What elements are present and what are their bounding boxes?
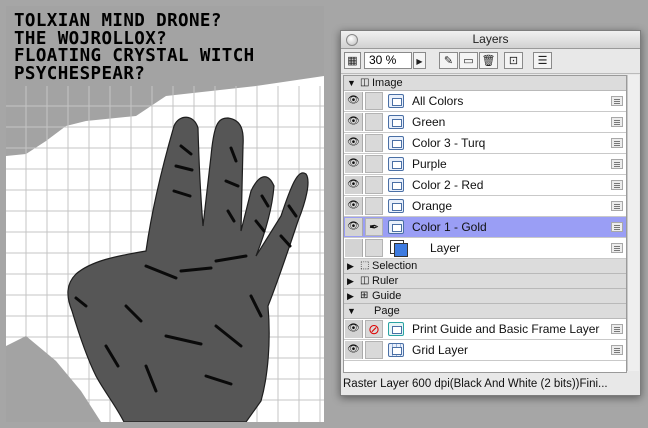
layer-property-icon[interactable] bbox=[611, 138, 623, 148]
section-selection-label: Selection bbox=[372, 260, 418, 272]
selection-icon: ⬚ bbox=[360, 260, 370, 271]
section-image-label: Image bbox=[372, 77, 403, 89]
raster-layer-icon bbox=[388, 115, 404, 129]
layer-name: Orange bbox=[412, 199, 453, 213]
expand-triangle-icon[interactable]: ▶ bbox=[347, 289, 354, 303]
edit-toggle[interactable] bbox=[365, 341, 383, 359]
layer-property-icon[interactable] bbox=[611, 243, 623, 253]
layer-property-icon[interactable] bbox=[611, 222, 623, 232]
visibility-toggle[interactable] bbox=[345, 239, 363, 257]
pen-edit-icon[interactable]: ✒ bbox=[365, 218, 383, 236]
new-layer-icon[interactable]: ✎ bbox=[439, 52, 458, 69]
raster-layer-icon bbox=[388, 178, 404, 192]
eye-icon[interactable]: 👁 bbox=[345, 320, 363, 338]
guide-icon: ⊞ bbox=[360, 290, 369, 301]
layer-name: Layer bbox=[430, 241, 461, 255]
eye-icon[interactable]: 👁 bbox=[345, 155, 363, 173]
expand-triangle-icon[interactable]: ▼ bbox=[347, 76, 356, 90]
canvas-handwritten-text: TOLXIAN MIND DRONE? THE WOJROLLOX? FLOAT… bbox=[14, 12, 255, 84]
palette-titlebar[interactable]: Layers bbox=[341, 31, 640, 49]
expand-triangle-icon[interactable]: ▶ bbox=[347, 259, 354, 273]
layer-list: ▼ ◫ Image 👁 All Colors 👁 Green 👁 Color 3… bbox=[343, 75, 627, 373]
layer-row-selected[interactable]: 👁 ✒ Color 1 - Gold bbox=[344, 217, 626, 238]
layers-palette: Layers ▦ 30 % ▶ ✎ ▭ 🗑 ⊡ ☰ ▼ ◫ Image 👁 Al… bbox=[340, 30, 641, 396]
layer-name: Purple bbox=[412, 157, 447, 171]
raster-layer-icon bbox=[388, 136, 404, 150]
zoom-input[interactable]: 30 % bbox=[364, 52, 412, 69]
expand-triangle-icon[interactable]: ▼ bbox=[347, 304, 356, 318]
raster-layer-icon bbox=[388, 199, 404, 213]
section-guide[interactable]: ▶ ⊞ Guide bbox=[344, 289, 626, 304]
paper-layer-row[interactable]: Layer bbox=[344, 238, 626, 259]
edit-toggle[interactable] bbox=[365, 176, 383, 194]
eye-icon[interactable]: 👁 bbox=[345, 218, 363, 236]
layer-property-icon[interactable] bbox=[611, 324, 623, 334]
layer-property-icon[interactable] bbox=[611, 117, 623, 127]
layer-list-scrollbar[interactable] bbox=[627, 75, 639, 371]
edit-toggle[interactable] bbox=[365, 134, 383, 152]
section-image[interactable]: ▼ ◫ Image bbox=[344, 76, 626, 91]
canvas-text-line-4: PSYCHESPEAR? bbox=[14, 63, 146, 84]
layer-property-icon[interactable] bbox=[611, 159, 623, 169]
layer-menu-icon[interactable]: ☰ bbox=[533, 52, 552, 69]
raster-layer-icon bbox=[388, 220, 404, 234]
layer-name: Color 1 - Gold bbox=[412, 220, 487, 234]
layer-property-icon[interactable] bbox=[611, 180, 623, 190]
layer-name: Print Guide and Basic Frame Layer bbox=[412, 322, 600, 336]
palette-title: Layers bbox=[472, 32, 509, 46]
eye-icon[interactable]: 👁 bbox=[345, 176, 363, 194]
layer-name: All Colors bbox=[412, 94, 464, 108]
layer-row[interactable]: 👁 Grid Layer bbox=[344, 340, 626, 361]
image-folder-icon: ◫ bbox=[360, 77, 370, 88]
eye-icon[interactable]: 👁 bbox=[345, 197, 363, 215]
layer-grid-icon[interactable]: ▦ bbox=[344, 52, 361, 69]
layer-row[interactable]: 👁 Orange bbox=[344, 196, 626, 217]
no-edit-icon[interactable]: ⊘ bbox=[365, 320, 383, 338]
layer-row[interactable]: 👁 Color 2 - Red bbox=[344, 175, 626, 196]
section-page-label: Page bbox=[374, 305, 400, 317]
eye-icon[interactable]: 👁 bbox=[345, 113, 363, 131]
ruler-icon: ◫ bbox=[360, 275, 370, 286]
layer-name: Color 3 - Turq bbox=[412, 136, 486, 150]
palette-toolbar: ▦ 30 % ▶ ✎ ▭ 🗑 ⊡ ☰ bbox=[341, 49, 640, 74]
zoom-arrow-button[interactable]: ▶ bbox=[413, 52, 426, 69]
trash-icon[interactable]: 🗑 bbox=[479, 52, 498, 69]
layer-name: Grid Layer bbox=[412, 343, 469, 357]
eye-icon[interactable]: 👁 bbox=[345, 92, 363, 110]
lock-icon[interactable]: ⊡ bbox=[504, 52, 523, 69]
section-page[interactable]: ▼ Page bbox=[344, 304, 626, 319]
layer-row[interactable]: 👁 Color 3 - Turq bbox=[344, 133, 626, 154]
section-ruler-label: Ruler bbox=[372, 275, 399, 287]
edit-toggle[interactable] bbox=[365, 155, 383, 173]
layer-row[interactable]: 👁 Green bbox=[344, 112, 626, 133]
edit-toggle[interactable] bbox=[365, 197, 383, 215]
layer-property-icon[interactable] bbox=[611, 345, 623, 355]
section-selection[interactable]: ▶ ⬚ Selection bbox=[344, 259, 626, 274]
edit-toggle[interactable] bbox=[365, 239, 383, 257]
raster-layer-icon bbox=[388, 157, 404, 171]
status-bar: Raster Layer 600 dpi(Black And White (2 … bbox=[343, 378, 608, 390]
folder-icon[interactable]: ▭ bbox=[459, 52, 478, 69]
close-button[interactable] bbox=[346, 34, 358, 46]
drawing-canvas[interactable]: TOLXIAN MIND DRONE? THE WOJROLLOX? FLOAT… bbox=[6, 6, 324, 422]
layer-name: Color 2 - Red bbox=[412, 178, 484, 192]
layer-property-icon[interactable] bbox=[611, 96, 623, 106]
section-ruler[interactable]: ▶ ◫ Ruler bbox=[344, 274, 626, 289]
frame-layer-icon bbox=[388, 322, 404, 336]
grid-layer-icon bbox=[388, 343, 404, 357]
section-guide-label: Guide bbox=[372, 290, 402, 302]
eye-icon[interactable]: 👁 bbox=[345, 341, 363, 359]
raster-layer-icon bbox=[388, 94, 404, 108]
edit-toggle[interactable] bbox=[365, 92, 383, 110]
layer-row[interactable]: 👁 Purple bbox=[344, 154, 626, 175]
layer-row[interactable]: 👁 All Colors bbox=[344, 91, 626, 112]
edit-toggle[interactable] bbox=[365, 113, 383, 131]
eye-icon[interactable]: 👁 bbox=[345, 134, 363, 152]
layer-row[interactable]: 👁 ⊘ Print Guide and Basic Frame Layer bbox=[344, 319, 626, 340]
paper-fill-swatch bbox=[394, 243, 408, 257]
expand-triangle-icon[interactable]: ▶ bbox=[347, 274, 354, 288]
layer-name: Green bbox=[412, 115, 446, 129]
layer-property-icon[interactable] bbox=[611, 201, 623, 211]
